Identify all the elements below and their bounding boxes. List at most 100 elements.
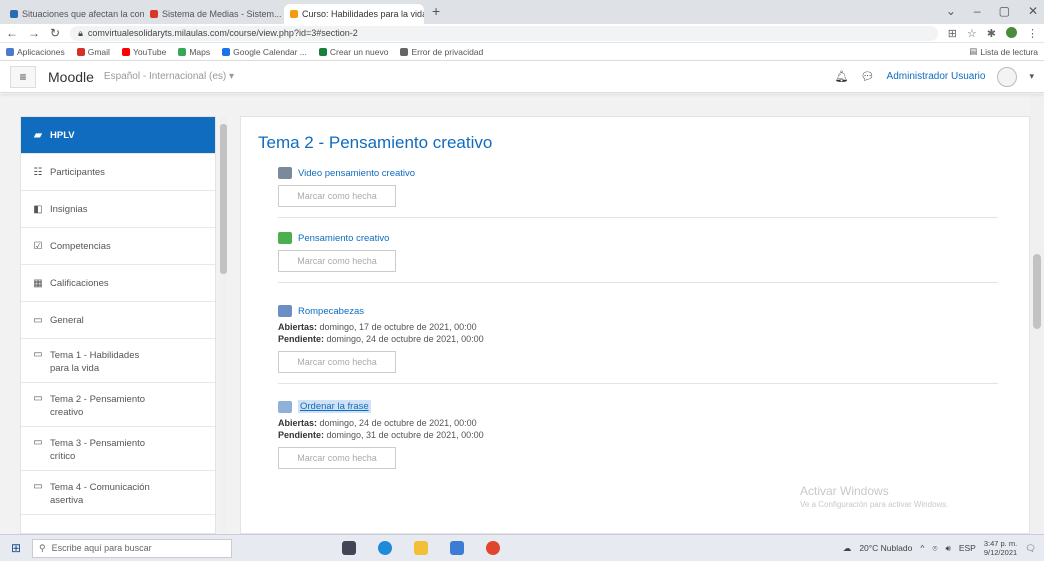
globe-icon bbox=[400, 47, 409, 56]
tray-expand-icon[interactable]: ^ bbox=[920, 543, 924, 553]
mark-done-button[interactable]: Marcar como hecha bbox=[278, 447, 396, 469]
weather-text[interactable]: 20°C Nublado bbox=[859, 543, 912, 553]
activity-dates: Abiertas: domingo, 17 de octubre de 2021… bbox=[278, 322, 484, 344]
drawer-item-topic-3[interactable]: ▭ Tema 3 - Pensamiento crítico bbox=[21, 427, 215, 471]
drawer-scrollbar-thumb[interactable] bbox=[220, 124, 227, 274]
profile-avatar[interactable] bbox=[1006, 26, 1017, 38]
minimize-button[interactable]: – bbox=[974, 4, 981, 18]
folder-icon: ▭ bbox=[33, 349, 43, 360]
drawer-item-topic-2[interactable]: ▭ Tema 2 - Pensamiento creativo bbox=[21, 383, 215, 427]
page-scrollbar[interactable] bbox=[1030, 94, 1044, 534]
mark-done-button[interactable]: Marcar como hecha bbox=[278, 250, 396, 272]
volume-icon[interactable]: 🔊︎ bbox=[945, 543, 950, 554]
bookmark-youtube[interactable]: YouTube bbox=[121, 47, 166, 57]
keyboard-language[interactable]: ESP bbox=[959, 543, 976, 553]
forward-arrow-icon[interactable]: → bbox=[28, 26, 40, 40]
url-text: comvirtualesolidaryts.milaulas.com/cours… bbox=[87, 28, 358, 38]
browser-tabbar: Situaciones que afectan la convi... ✕ Si… bbox=[0, 0, 1044, 24]
url-field[interactable]: 🔒︎ comvirtualesolidaryts.milaulas.com/co… bbox=[70, 25, 938, 41]
activity-link[interactable]: Video pensamiento creativo bbox=[298, 168, 415, 179]
chrome-icon[interactable] bbox=[486, 541, 500, 555]
chat-bubble-icon[interactable]: 💬︎ bbox=[861, 70, 875, 83]
edge-icon[interactable] bbox=[378, 541, 392, 555]
activity-dates: Abiertas: domingo, 24 de octubre de 2021… bbox=[278, 418, 484, 440]
reading-list-button[interactable]: ▤ Lista de lectura bbox=[969, 46, 1038, 57]
user-name[interactable]: Administrador Usuario bbox=[887, 71, 986, 82]
drawer-item-general[interactable]: ▭ General bbox=[21, 302, 215, 339]
maximize-button[interactable]: ▢ bbox=[999, 4, 1010, 18]
taskbar-clock[interactable]: 3:47 p. m. 9/12/2021 bbox=[984, 539, 1017, 557]
language-selector[interactable]: Español - Internacional (es) ▾ bbox=[104, 71, 234, 82]
maps-icon bbox=[178, 47, 187, 56]
activity-link[interactable]: Rompecabezas bbox=[298, 306, 364, 317]
checkbox-icon: ☑ bbox=[33, 240, 43, 252]
course-content: Tema 2 - Pensamiento creativo Video pens… bbox=[240, 116, 1030, 534]
close-window-button[interactable]: ✕ bbox=[1028, 4, 1038, 18]
mark-done-button[interactable]: Marcar como hecha bbox=[278, 351, 396, 373]
tab-title: Situaciones que afectan la convi... bbox=[22, 9, 144, 19]
activity-link[interactable]: Pensamiento creativo bbox=[298, 233, 389, 244]
bookmark-apps[interactable]: Aplicaciones bbox=[6, 47, 65, 57]
nav-drawer: ▰ HPLV ☷ Participantes ◧ Insignias ☑ Compete… bbox=[20, 116, 216, 534]
bookmark-privacy-error[interactable]: Error de privacidad bbox=[400, 47, 483, 57]
browser-tab-active[interactable]: Curso: Habilidades para la vida ✕ bbox=[284, 4, 424, 24]
tab-favicon-icon bbox=[150, 10, 158, 18]
drawer-item-badges[interactable]: ◧ Insignias bbox=[21, 191, 215, 228]
presentation-icon bbox=[278, 232, 292, 244]
shield-icon: ◧ bbox=[33, 203, 43, 215]
notifications-icon[interactable]: 🗨︎ bbox=[1025, 543, 1036, 554]
page-body: ▰ HPLV ☷ Participantes ◧ Insignias ☑ Compete… bbox=[0, 94, 1044, 534]
chevron-down-icon[interactable]: ▾ bbox=[1029, 71, 1034, 82]
bell-icon[interactable]: 🔔︎ bbox=[835, 70, 849, 83]
page-scrollbar-thumb[interactable] bbox=[1033, 254, 1041, 329]
new-tab-button[interactable]: + bbox=[424, 3, 448, 22]
user-avatar[interactable] bbox=[997, 66, 1018, 87]
tab-search-icon[interactable]: ⌄ bbox=[946, 4, 956, 18]
tab-favicon-icon bbox=[10, 10, 18, 18]
weather-icon[interactable]: ☁︎ bbox=[843, 543, 852, 554]
bookmark-gmail[interactable]: Gmail bbox=[76, 47, 110, 57]
tab-title: Curso: Habilidades para la vida bbox=[302, 9, 424, 19]
bookmark-maps[interactable]: Maps bbox=[178, 47, 210, 57]
folder-icon: ▭ bbox=[33, 437, 43, 448]
drawer-item-competencies[interactable]: ☑ Competencias bbox=[21, 228, 215, 265]
activity-item: Rompecabezas Abiertas: domingo, 17 de oc… bbox=[278, 283, 998, 384]
activity-item: Ordenar la frase Abiertas: domingo, 24 d… bbox=[278, 384, 998, 479]
graduation-cap-icon: ▰ bbox=[34, 129, 42, 141]
calendar-icon bbox=[222, 47, 231, 56]
folder-icon: ▭ bbox=[33, 481, 43, 492]
tab-title: Sistema de Medias - Sistem... bbox=[162, 9, 282, 19]
taskbar-search[interactable]: ⚲ Escribe aquí para buscar bbox=[32, 538, 232, 558]
drawer-item-hplv[interactable]: ▰ HPLV bbox=[21, 117, 215, 154]
drawer-item-topic-4[interactable]: ▭ Tema 4 - Comunicación asertiva bbox=[21, 471, 215, 515]
window-controls: ⌄ – ▢ ✕ bbox=[946, 4, 1038, 18]
extensions-icon[interactable]: ✱ bbox=[987, 27, 996, 40]
drawer-item-topic-1[interactable]: ▭ Tema 1 - Habilidades para la vida bbox=[21, 339, 215, 383]
grid-icon[interactable]: ⊞ bbox=[948, 27, 957, 40]
browser-tab[interactable]: Situaciones que afectan la convi... ✕ bbox=[4, 4, 144, 24]
bookmark-calendar[interactable]: Google Calendar ... bbox=[222, 47, 307, 57]
hamburger-menu-icon[interactable]: ≡ bbox=[10, 65, 36, 88]
address-bar-row: ← → ↻ 🔒︎ comvirtualesolidaryts.milaulas.… bbox=[0, 24, 1044, 43]
gmail-icon bbox=[76, 47, 85, 56]
drawer-scrollbar[interactable] bbox=[220, 116, 227, 534]
drawer-item-grades[interactable]: ▦ Calificaciones bbox=[21, 265, 215, 302]
store-icon[interactable] bbox=[450, 541, 464, 555]
activity-link[interactable]: Ordenar la frase bbox=[298, 400, 371, 413]
video-icon bbox=[278, 167, 292, 179]
star-icon[interactable]: ☆ bbox=[967, 27, 977, 40]
task-view-icon[interactable] bbox=[342, 541, 356, 555]
browser-tab[interactable]: Sistema de Medias - Sistem... ✕ bbox=[144, 4, 284, 24]
site-brand[interactable]: Moodle bbox=[48, 69, 94, 85]
menu-dots-icon[interactable]: ⋮ bbox=[1027, 27, 1038, 40]
bookmark-create[interactable]: Crear un nuevo bbox=[318, 47, 388, 57]
reload-icon[interactable]: ↻ bbox=[50, 26, 60, 40]
users-icon: ☷ bbox=[33, 166, 43, 178]
network-icon[interactable]: ⌾ bbox=[932, 543, 937, 554]
windows-start-icon[interactable]: ⊞ bbox=[0, 541, 32, 555]
mark-done-button[interactable]: Marcar como hecha bbox=[278, 185, 396, 207]
file-explorer-icon[interactable] bbox=[414, 541, 428, 555]
drawer-item-participants[interactable]: ☷ Participantes bbox=[21, 154, 215, 191]
back-arrow-icon[interactable]: ← bbox=[6, 26, 18, 40]
reading-list-icon: ▤ bbox=[969, 46, 978, 56]
